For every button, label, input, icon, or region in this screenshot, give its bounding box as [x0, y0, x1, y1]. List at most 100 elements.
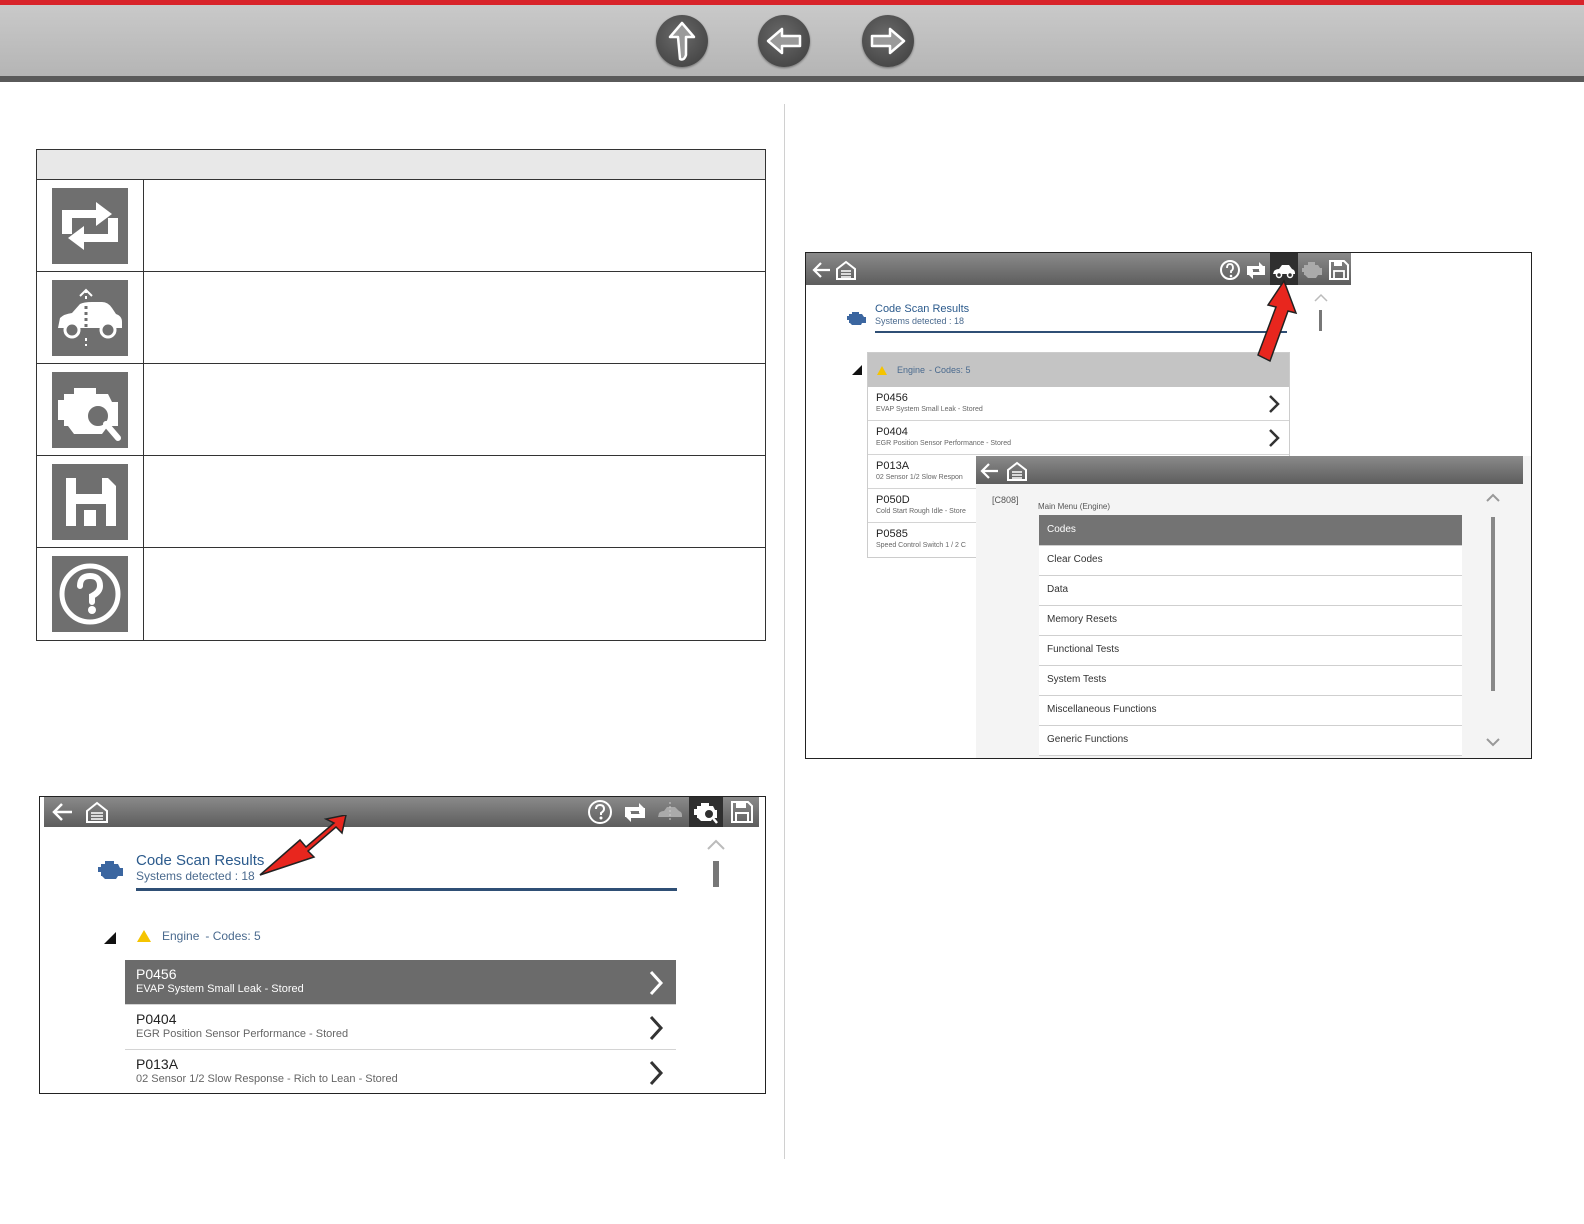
scroll-up-icon[interactable]	[1485, 493, 1501, 503]
dtc-code: P0404	[136, 1011, 177, 1027]
save-icon[interactable]	[728, 798, 756, 826]
page-title: Code Scan Results	[136, 852, 265, 869]
menu-item-clear-codes[interactable]: Clear Codes	[1039, 546, 1462, 576]
code-row-p0456[interactable]: P0456 EVAP System Small Leak - Stored	[125, 960, 676, 1005]
forward-arrow-button[interactable]	[862, 15, 914, 67]
table-header	[37, 150, 765, 180]
dtc-description: 02 Sensor 1/2 Slow Response - Rich to Le…	[136, 1073, 398, 1085]
code-list: P0456 EVAP System Small Leak - Stored P0…	[125, 960, 676, 1093]
dtc-description: Cold Start Rough Idle - Store	[876, 508, 966, 515]
dtc-code: P0456	[136, 966, 177, 982]
refresh-icon	[62, 201, 118, 250]
warning-icon	[877, 365, 887, 375]
menu-item-label: Data	[1047, 584, 1069, 595]
menu-list: Codes Clear Codes Data Memory Resets Fun…	[1039, 515, 1462, 758]
menu-item-codes[interactable]: Codes	[1039, 515, 1462, 546]
menu-toolbar	[976, 456, 1523, 484]
up-arrow-button[interactable]	[656, 15, 708, 67]
column-divider	[784, 104, 785, 1159]
code-row-p0404[interactable]: P0404 EGR Position Sensor Performance - …	[868, 421, 1289, 455]
right-arrow-icon	[870, 27, 906, 55]
dtc-code: P050D	[876, 494, 910, 506]
menu-item-label: Miscellaneous Functions	[1047, 704, 1157, 715]
save-icon	[66, 477, 116, 526]
engine-scan-icon	[58, 387, 121, 441]
home-icon[interactable]	[834, 258, 858, 282]
back-icon[interactable]	[810, 258, 834, 282]
dtc-code: P0456	[876, 392, 908, 404]
table-row	[37, 180, 765, 272]
code-row-p0404[interactable]: P0404 EGR Position Sensor Performance - …	[125, 1005, 676, 1050]
chevron-right-icon	[649, 1060, 664, 1086]
save-icon[interactable]	[1327, 258, 1351, 282]
help-icon	[59, 563, 121, 625]
back-arrow-button[interactable]	[758, 15, 810, 67]
scrollbar-thumb[interactable]	[1491, 517, 1495, 691]
code-scan-screenshot: Code Scan Results Systems detected : 18 …	[39, 796, 766, 1094]
systems-detected: Systems detected : 18	[136, 869, 255, 883]
dtc-code: P0404	[876, 426, 908, 438]
main-menu-overlay: [C808] Main Menu (Engine) Codes Clear Co…	[976, 456, 1531, 758]
systems-detected: Systems detected : 18	[875, 316, 965, 326]
main-menu-screenshot: Code Scan Results Systems detected : 18 …	[805, 252, 1532, 759]
menu-code-tag: [C808]	[992, 495, 1019, 505]
dtc-description: EGR Position Sensor Performance - Stored	[136, 1028, 349, 1040]
dtc-code: P013A	[136, 1056, 179, 1072]
code-row-p013a[interactable]: P013A 02 Sensor 1/2 Slow Response - Rich…	[125, 1050, 676, 1093]
scrollbar-thumb[interactable]	[713, 861, 719, 887]
menu-item-label: Functional Tests	[1047, 644, 1120, 655]
home-icon[interactable]	[84, 799, 110, 825]
engine-icon	[847, 312, 866, 325]
chevron-right-icon	[1269, 429, 1280, 447]
menu-item-system-tests[interactable]: System Tests	[1039, 666, 1462, 696]
dtc-description: Speed Control Switch 1 / 2 C	[876, 542, 966, 549]
dtc-code: P0585	[876, 528, 908, 540]
dtc-description: EVAP System Small Leak - Stored	[876, 406, 983, 413]
dtc-description: EVAP System Small Leak - Stored	[136, 983, 304, 995]
vehicle-system-icon[interactable]	[656, 798, 684, 826]
refresh-icon[interactable]	[621, 798, 649, 826]
toolbar-icon-table	[36, 149, 766, 641]
menu-item-label: Memory Resets	[1047, 614, 1118, 625]
help-icon[interactable]	[1218, 258, 1242, 282]
menu-item-generic-functions[interactable]: Generic Functions	[1039, 726, 1462, 756]
group-code-count: - Codes: 5	[929, 365, 971, 375]
group-code-count: - Codes: 5	[205, 929, 261, 943]
group-header-engine[interactable]: Engine - Codes: 5	[868, 353, 1289, 387]
scroll-up-icon[interactable]	[706, 837, 726, 851]
menu-title: Main Menu (Engine)	[1038, 502, 1111, 511]
collapse-triangle-icon[interactable]	[103, 931, 117, 945]
home-icon[interactable]	[1005, 459, 1029, 483]
engine-scan-icon[interactable]	[1300, 258, 1324, 282]
menu-item-functional-tests[interactable]: Functional Tests	[1039, 636, 1462, 666]
chevron-right-icon	[649, 970, 664, 996]
menu-item-label: Generic Functions	[1047, 734, 1129, 745]
menu-item-data[interactable]: Data	[1039, 576, 1462, 606]
menu-item-label: System Tests	[1047, 674, 1107, 685]
scroll-down-icon[interactable]	[1485, 737, 1501, 747]
menu-item-memory-resets[interactable]: Memory Resets	[1039, 606, 1462, 636]
back-icon[interactable]	[978, 459, 1002, 483]
scrollbar-thumb[interactable]	[1319, 310, 1322, 331]
help-icon[interactable]	[586, 798, 614, 826]
code-row-p0456[interactable]: P0456 EVAP System Small Leak - Stored	[868, 387, 1289, 421]
scroll-up-icon[interactable]	[1313, 293, 1329, 303]
engine-icon	[98, 861, 123, 879]
back-icon[interactable]	[50, 799, 76, 825]
table-row	[37, 548, 765, 640]
table-row	[37, 272, 765, 364]
page-title: Code Scan Results	[875, 303, 970, 315]
table-row	[37, 456, 765, 548]
menu-item-label: Clear Codes	[1047, 554, 1103, 565]
collapse-triangle-icon[interactable]	[851, 364, 863, 376]
vehicle-system-icon	[58, 288, 122, 346]
menu-item-label: Codes	[1047, 524, 1076, 535]
warning-icon	[137, 930, 151, 942]
dtc-description: EGR Position Sensor Performance - Stored	[876, 440, 1012, 447]
group-header-engine[interactable]: Engine - Codes: 5	[136, 929, 261, 943]
engine-scan-icon[interactable]	[692, 798, 720, 826]
group-name: Engine	[897, 365, 926, 375]
menu-item-miscellaneous-functions[interactable]: Miscellaneous Functions	[1039, 696, 1462, 726]
top-navigation-bar	[0, 0, 1584, 82]
dtc-description: 02 Sensor 1/2 Slow Respon	[876, 474, 963, 481]
